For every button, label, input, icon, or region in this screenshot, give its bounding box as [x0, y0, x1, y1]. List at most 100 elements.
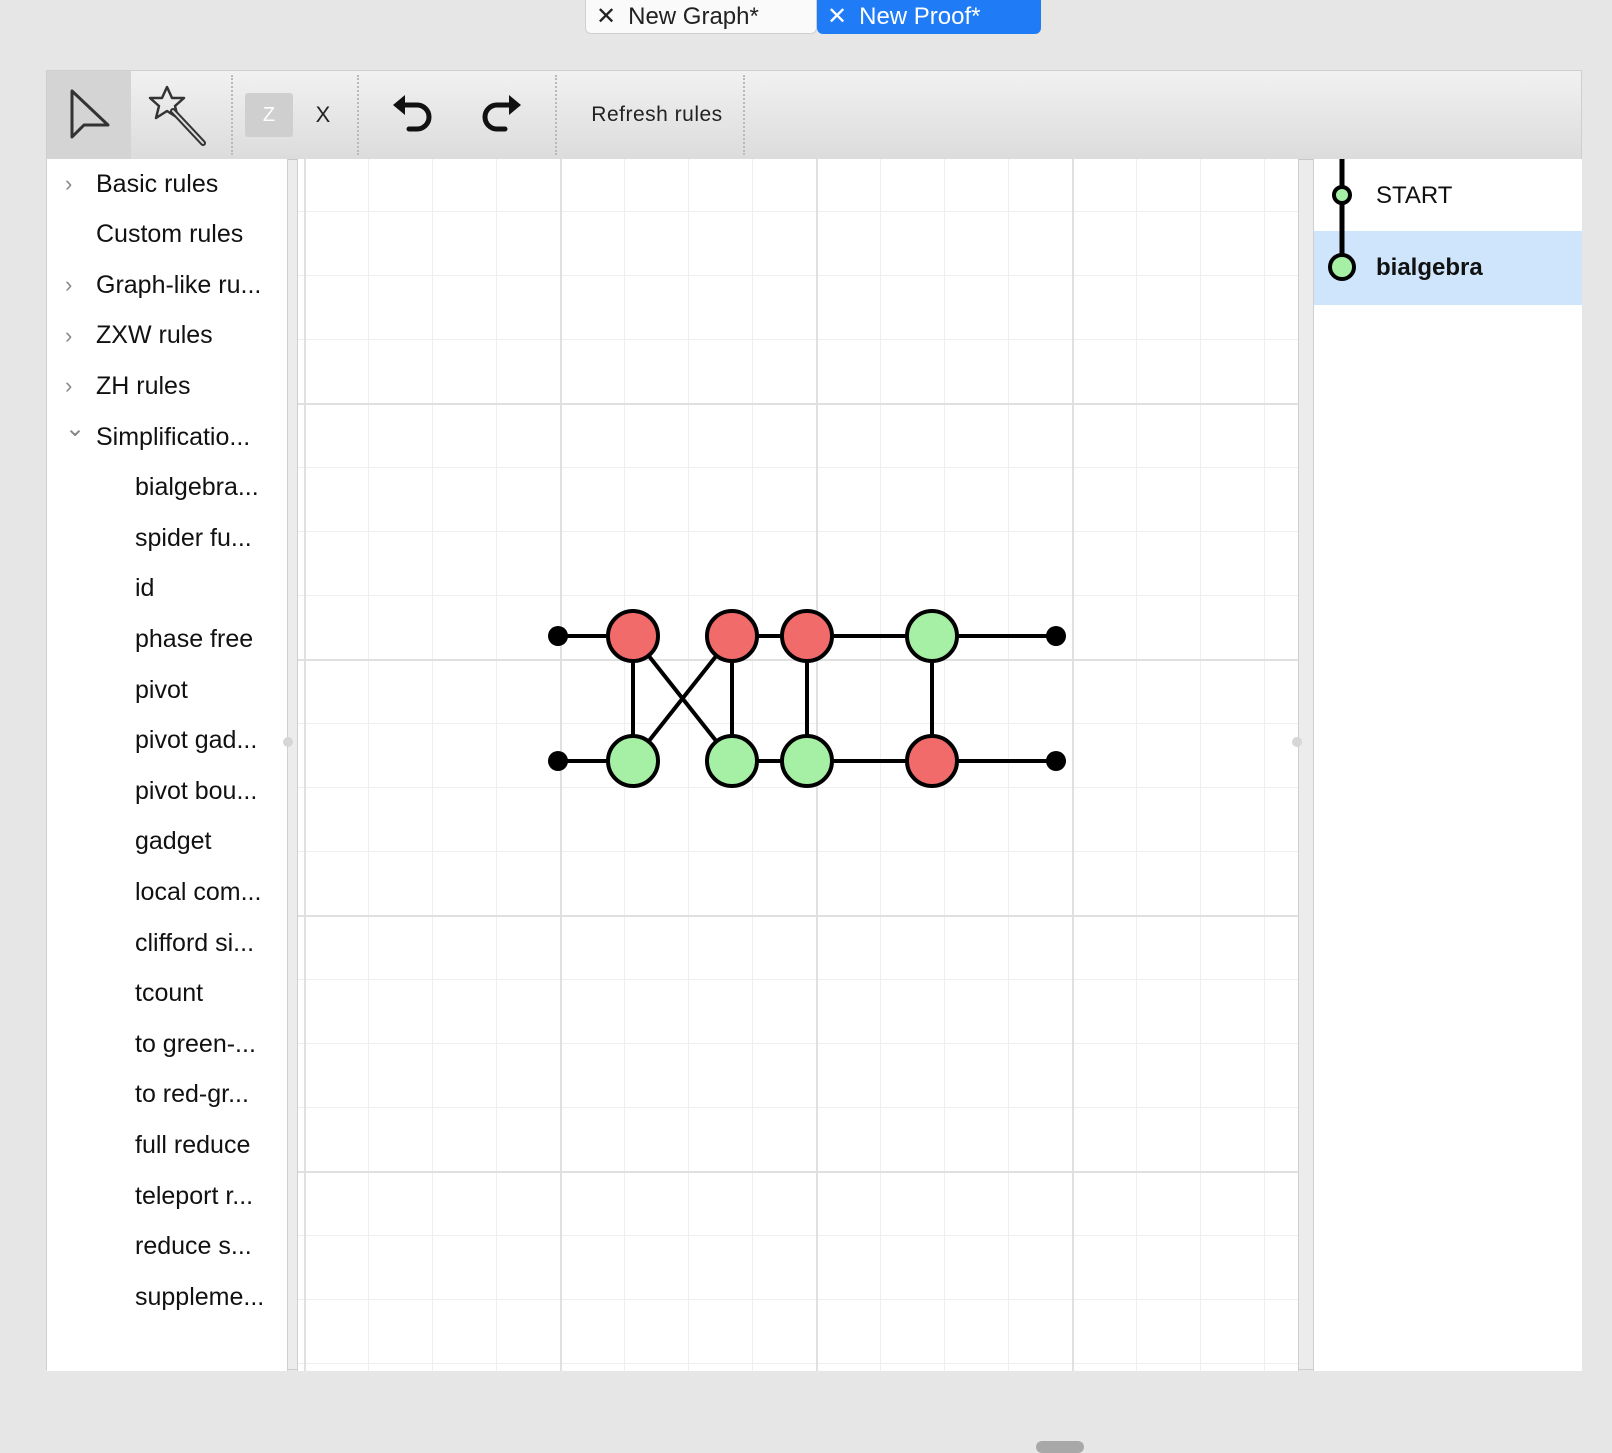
proof-step-label: bialgebra [1376, 254, 1483, 281]
splitter-handle[interactable] [1292, 737, 1302, 747]
rule-group[interactable]: › Graph-like ru... [47, 260, 287, 310]
rule-label: id [135, 574, 155, 603]
rule-item[interactable]: to red-gr... [47, 1070, 287, 1120]
splitter-handle[interactable] [283, 737, 293, 747]
rule-item[interactable]: pivot gad... [47, 716, 287, 766]
start-step-dot-icon [1332, 185, 1352, 205]
proof-window: Z X Refresh rules › Basic rules Custom rul… [46, 70, 1582, 1453]
rule-label: Graph-like ru... [96, 270, 262, 299]
chevron-right-icon[interactable]: › [65, 373, 79, 399]
rule-label: Basic rules [96, 169, 219, 198]
rule-item[interactable]: spider fu... [47, 513, 287, 563]
rule-group[interactable]: ⌄ Simplificatio... [47, 412, 287, 462]
chevron-right-icon[interactable]: › [65, 171, 79, 197]
rules-panel: › Basic rules Custom rules › Graph-like ru..… [47, 159, 288, 1371]
z-spider-vertex[interactable] [705, 734, 759, 788]
rule-group[interactable]: › ZXW rules [47, 311, 287, 361]
rule-label: local com... [135, 877, 262, 906]
x-spider-vertex[interactable] [606, 609, 660, 663]
rule-item[interactable]: id [47, 564, 287, 614]
rule-label: tcount [135, 979, 204, 1008]
undo-icon [393, 95, 432, 132]
graph-canvas[interactable] [297, 159, 1299, 1453]
refresh-rules-button[interactable]: Refresh rules [577, 71, 737, 159]
boundary-vertex[interactable] [548, 751, 568, 771]
tab-label: New Graph* [628, 2, 759, 30]
rule-group[interactable]: Custom rules [47, 210, 287, 260]
proof-step-label: START [1376, 182, 1453, 209]
proof-steps-panel: START bialgebra [1313, 159, 1582, 1371]
x-label: X [315, 102, 331, 127]
x-spider-vertex[interactable] [780, 609, 834, 663]
tab-label: New Proof* [859, 3, 981, 30]
rule-label: pivot gad... [135, 726, 258, 755]
rule-item[interactable]: clifford si... [47, 918, 287, 968]
boundary-vertex[interactable] [1046, 626, 1066, 646]
boundary-vertex[interactable] [548, 626, 568, 646]
rule-item[interactable]: to green-... [47, 1019, 287, 1069]
rule-item[interactable]: phase free [47, 614, 287, 664]
rule-item[interactable]: teleport r... [47, 1171, 287, 1221]
z-spider-button[interactable]: Z [243, 71, 295, 159]
boundary-vertex[interactable] [1046, 751, 1066, 771]
rule-item[interactable]: bialgebra... [47, 463, 287, 513]
rule-item[interactable]: tcount [47, 969, 287, 1019]
rule-label: full reduce [135, 1130, 251, 1159]
rule-item[interactable]: gadget [47, 817, 287, 867]
rule-item[interactable]: pivot [47, 665, 287, 715]
rule-label: suppleme... [135, 1282, 265, 1311]
current-step-dot-icon [1328, 253, 1356, 281]
toolbar: Z X Refresh rules [47, 71, 1581, 160]
tab-new-proof[interactable]: ✕ New Proof* [817, 0, 1041, 34]
rule-label: reduce s... [135, 1232, 252, 1261]
close-icon[interactable]: ✕ [596, 4, 616, 29]
rule-label: spider fu... [135, 523, 252, 552]
x-spider-vertex[interactable] [705, 609, 759, 663]
z-label: Z [245, 93, 293, 137]
z-spider-vertex[interactable] [606, 734, 660, 788]
redo-button[interactable] [471, 71, 531, 159]
toolbar-separator [357, 75, 359, 155]
rule-label: to green-... [135, 1029, 256, 1058]
pointer-arrow-icon [70, 89, 110, 139]
rule-label: ZXW rules [96, 321, 213, 350]
rule-item[interactable]: reduce s... [47, 1222, 287, 1272]
z-spider-vertex[interactable] [780, 734, 834, 788]
rule-label: ZH rules [96, 371, 191, 400]
tab-bar: ✕ New Graph* ✕ New Proof* [585, 0, 1041, 36]
rule-item[interactable]: suppleme... [47, 1272, 287, 1322]
rule-group[interactable]: › Basic rules [47, 159, 287, 209]
toolbar-separator [555, 75, 557, 155]
proof-timeline [1328, 159, 1356, 281]
redo-icon [482, 95, 521, 132]
rule-label: phase free [135, 624, 254, 653]
horizontal-scrollbar-handle[interactable] [1036, 1441, 1084, 1453]
rule-label: Simplificatio... [96, 422, 251, 451]
rule-label: pivot bou... [135, 776, 258, 805]
rule-label: Custom rules [96, 220, 244, 249]
x-spider-vertex[interactable] [905, 734, 959, 788]
rule-label: clifford si... [135, 928, 255, 957]
tab-new-graph[interactable]: ✕ New Graph* [585, 0, 817, 34]
magic-wand-button[interactable] [139, 71, 219, 159]
select-tool-button[interactable] [47, 71, 131, 159]
close-icon[interactable]: ✕ [827, 5, 847, 29]
rule-label: pivot [135, 675, 188, 704]
rule-label: bialgebra... [135, 473, 259, 502]
rule-label: gadget [135, 827, 212, 856]
x-spider-button[interactable]: X [305, 71, 341, 159]
zx-graph[interactable] [298, 159, 1298, 1371]
chevron-right-icon[interactable]: › [65, 323, 79, 349]
rule-item[interactable]: pivot bou... [47, 766, 287, 816]
chevron-right-icon[interactable]: › [65, 272, 79, 298]
undo-button[interactable] [383, 71, 443, 159]
rule-label: to red-gr... [135, 1080, 249, 1109]
toolbar-separator [231, 75, 233, 155]
rule-item[interactable]: full reduce [47, 1120, 287, 1170]
rule-label: teleport r... [135, 1181, 254, 1210]
rule-group[interactable]: › ZH rules [47, 361, 287, 411]
toolbar-separator [743, 75, 745, 155]
z-spider-vertex[interactable] [905, 609, 959, 663]
chevron-down-icon[interactable]: ⌄ [65, 414, 85, 443]
rule-item[interactable]: local com... [47, 867, 287, 917]
